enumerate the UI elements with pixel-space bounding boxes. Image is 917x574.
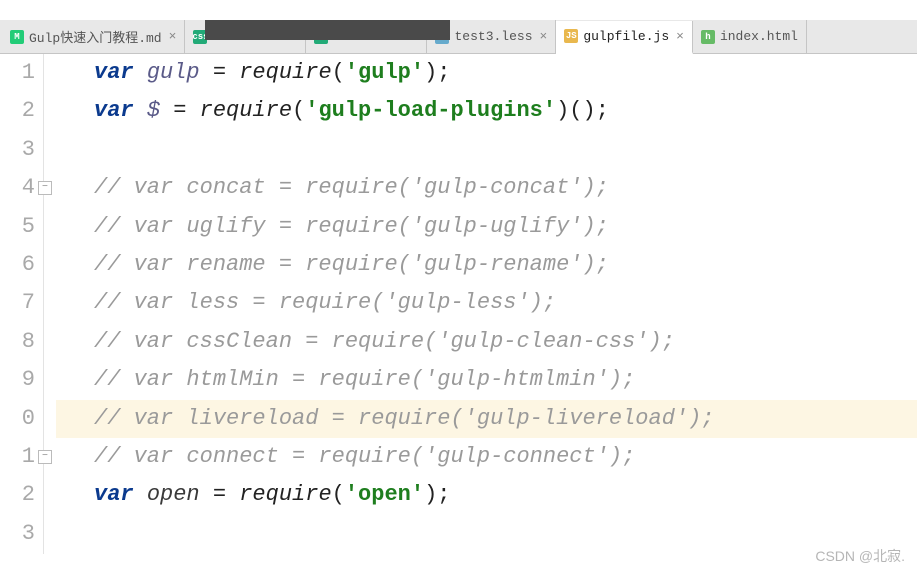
js-icon: JS [564, 29, 578, 43]
paren: ( [332, 60, 345, 85]
markdown-icon: M [10, 30, 24, 44]
tab-gulpfile-js[interactable]: JS gulpfile.js × [556, 21, 693, 54]
line-number: 3 [0, 131, 35, 169]
string: 'gulp-load-plugins' [305, 98, 556, 123]
comment: // var rename = require('gulp-rename'); [94, 252, 609, 277]
paren: ( [292, 98, 305, 123]
code-line-4[interactable]: −// var concat = require('gulp-concat'); [56, 169, 917, 207]
fn-call: require [239, 60, 331, 85]
comment: // var htmlMin = require('gulp-htmlmin')… [94, 367, 635, 392]
paren: ) [424, 60, 437, 85]
equals: = [200, 482, 240, 507]
line-number: 7 [0, 284, 35, 322]
keyword: var [94, 60, 134, 85]
code-line-11[interactable]: −// var connect = require('gulp-connect'… [56, 438, 917, 476]
tab-label: test3.less [454, 29, 532, 44]
tab-gulp-tutorial[interactable]: M Gulp快速入门教程.md × [2, 20, 185, 53]
code-line-7[interactable]: // var less = require('gulp-less'); [56, 284, 917, 322]
code-line-8[interactable]: // var cssClean = require('gulp-clean-cs… [56, 323, 917, 361]
line-number: 9 [0, 361, 35, 399]
keyword: var [94, 98, 134, 123]
identifier: open [147, 482, 200, 507]
tab-label: Gulp快速入门教程.md [29, 27, 162, 46]
string: 'gulp' [345, 60, 424, 85]
code-line-3[interactable] [56, 131, 917, 169]
line-number: 1 [0, 438, 35, 476]
tab-index-html[interactable]: h index.html [693, 20, 807, 53]
comment: // var concat = require('gulp-concat'); [94, 175, 609, 200]
string: 'open' [345, 482, 424, 507]
paren: ) [424, 482, 437, 507]
equals: = [200, 60, 240, 85]
close-icon[interactable]: × [169, 29, 177, 44]
semicolon: ; [596, 98, 609, 123]
line-number: 6 [0, 246, 35, 284]
line-number: 1 [0, 54, 35, 92]
comment: // var uglify = require('gulp-uglify'); [94, 214, 609, 239]
fn-call: require [239, 482, 331, 507]
comment: // var connect = require('gulp-connect')… [94, 444, 635, 469]
tab-label: index.html [720, 29, 798, 44]
fold-icon[interactable]: − [38, 181, 52, 195]
code-line-10[interactable]: // var livereload = require('gulp-livere… [56, 400, 917, 438]
identifier: $ [147, 98, 160, 123]
watermark: CSDN @北寂. [815, 546, 905, 566]
code-line-12[interactable]: var open = require('open'); [56, 476, 917, 514]
line-number: 0 [0, 400, 35, 438]
code-area[interactable]: var gulp = require('gulp'); var $ = requ… [44, 54, 917, 554]
line-number: 4 [0, 169, 35, 207]
line-number: 3 [0, 515, 35, 553]
close-icon[interactable]: × [676, 29, 684, 44]
code-line-5[interactable]: // var uglify = require('gulp-uglify'); [56, 208, 917, 246]
line-number: 8 [0, 323, 35, 361]
code-line-2[interactable]: var $ = require('gulp-load-plugins')(); [56, 92, 917, 130]
identifier: gulp [147, 60, 200, 85]
gutter: 1 2 3 4 5 6 7 8 9 0 1 2 3 [0, 54, 44, 554]
comment: // var less = require('gulp-less'); [94, 290, 556, 315]
keyword: var [94, 482, 134, 507]
tab-label: gulpfile.js [583, 29, 669, 44]
fold-icon[interactable]: − [38, 450, 52, 464]
html-icon: h [701, 30, 715, 44]
close-icon[interactable]: × [540, 29, 548, 44]
code-line-6[interactable]: // var rename = require('gulp-rename'); [56, 246, 917, 284]
paren: )() [556, 98, 596, 123]
comment: // var livereload = require('gulp-livere… [94, 406, 715, 431]
semicolon: ; [437, 60, 450, 85]
title-bar-fragment [205, 20, 450, 40]
code-line-1[interactable]: var gulp = require('gulp'); [56, 54, 917, 92]
tab-bar: M Gulp快速入门教程.md × css test1.css × css te… [0, 20, 917, 54]
code-line-9[interactable]: // var htmlMin = require('gulp-htmlmin')… [56, 361, 917, 399]
semicolon: ; [437, 482, 450, 507]
editor: 1 2 3 4 5 6 7 8 9 0 1 2 3 var gulp = req… [0, 54, 917, 554]
line-number: 2 [0, 92, 35, 130]
line-number: 2 [0, 476, 35, 514]
paren: ( [332, 482, 345, 507]
line-number: 5 [0, 208, 35, 246]
code-line-13[interactable] [56, 515, 917, 553]
fn-call: require [200, 98, 292, 123]
comment: // var cssClean = require('gulp-clean-cs… [94, 329, 675, 354]
equals: = [160, 98, 200, 123]
